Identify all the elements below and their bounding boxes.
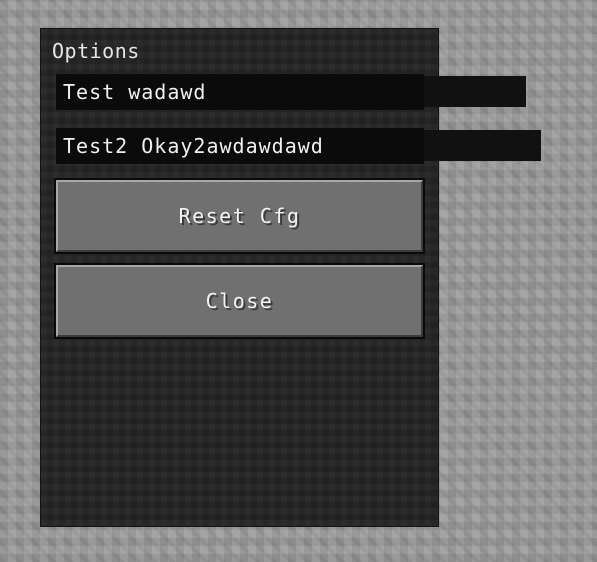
text-field-2-overflow [424,130,541,161]
text-field-1[interactable]: Test wadawd [56,74,424,110]
reset-config-button[interactable]: Reset Cfg [54,178,425,254]
text-field-2[interactable]: Test2 Okay2awdawdawd [56,128,424,164]
close-button[interactable]: Close [54,263,425,339]
text-field-1-overflow [424,76,526,107]
panel-title: Options [52,39,140,63]
